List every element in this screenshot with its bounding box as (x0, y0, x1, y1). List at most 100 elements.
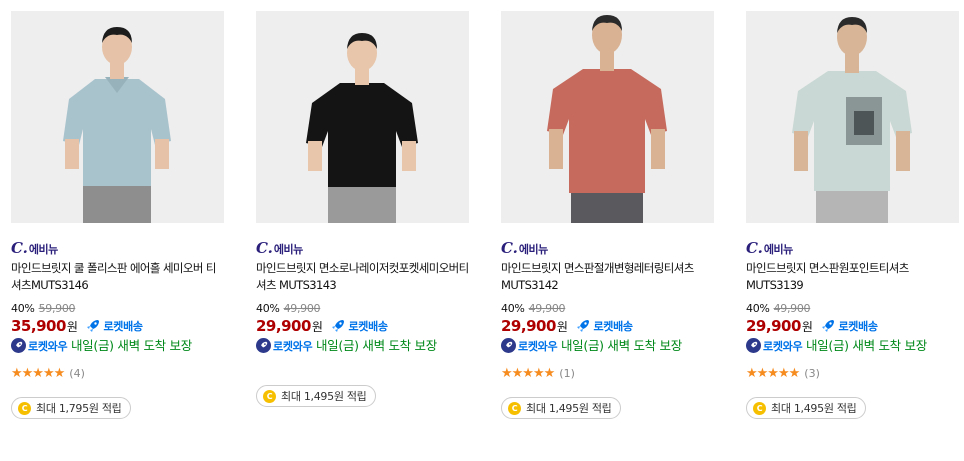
rocket-wow-icon (746, 338, 761, 353)
currency-label: 원 (801, 320, 813, 334)
rocket-label: 로켓배송 (348, 320, 388, 333)
discount-rate: 40% (256, 301, 280, 315)
delivery-info: 로켓와우 내일(금) 새벽 도착 보장 (256, 337, 470, 355)
sale-price: 29,900원 (256, 317, 323, 335)
discount-row: 40% 59,900 (11, 300, 225, 316)
delivery-text: 내일(금) 새벽 도착 보장 (70, 338, 192, 353)
product-image[interactable] (746, 11, 959, 223)
price-row: 29,900원 로켓배송 (501, 316, 715, 336)
brand-logo: C. 에비뉴 (746, 239, 960, 257)
model-photo (256, 11, 469, 223)
rocket-badge: 로켓배송 (330, 318, 388, 334)
rating-row: ★★★★★ (1) (501, 365, 715, 381)
currency-label: 원 (311, 320, 323, 334)
discount-rate: 40% (746, 301, 770, 315)
wow-label: 로켓와우 (273, 340, 313, 353)
product-card[interactable]: C. 에비뉴 마인드브릿지 면스판절개변형레터링티셔츠 MUTS3142 40% … (501, 11, 715, 381)
rocket-wow-icon (501, 338, 516, 353)
review-count: (4) (69, 366, 85, 380)
rocket-badge: 로켓배송 (820, 318, 878, 334)
price-row: 29,900원 로켓배송 (256, 316, 470, 336)
coin-icon: C (18, 401, 31, 415)
model-photo (501, 11, 714, 223)
rocket-icon (822, 320, 835, 332)
product-card[interactable]: C. 에비뉴 마인드브릿지 쿨 폴리스판 에어홀 세미오버 티셔츠MUTS3146… (11, 11, 225, 381)
rocket-icon (577, 320, 590, 332)
rocket-icon (332, 320, 345, 332)
product-title[interactable]: 마인드브릿지 면스판절개변형레터링티셔츠 MUTS3142 (501, 260, 715, 294)
points-text: 최대 1,495원 적립 (771, 402, 857, 415)
brand-mark: C. (501, 239, 518, 257)
product-image[interactable] (501, 11, 714, 223)
rocket-label: 로켓배송 (838, 320, 878, 333)
wow-label: 로켓와우 (28, 340, 68, 353)
pants-shape (816, 187, 888, 223)
product-title[interactable]: 마인드브릿지 면스판원포인트티셔츠 MUTS3139 (746, 260, 960, 294)
sale-price: 29,900원 (746, 317, 813, 335)
rocket-badge: 로켓배송 (575, 318, 633, 334)
review-count: (3) (804, 366, 820, 380)
currency-label: 원 (66, 320, 78, 334)
price-row: 35,900원 로켓배송 (11, 316, 225, 336)
coin-icon: C (753, 401, 766, 415)
delivery-info: 로켓와우 내일(금) 새벽 도착 보장 (746, 337, 960, 355)
product-image[interactable] (256, 11, 469, 223)
rocket-badge: 로켓배송 (85, 318, 143, 334)
sale-price-value: 29,900 (746, 317, 801, 335)
product-card[interactable]: C. 에비뉴 마인드브릿지 면스판원포인트티셔츠 MUTS3139 40% 49,… (746, 11, 960, 381)
delivery-info: 로켓와우 내일(금) 새벽 도착 보장 (501, 337, 715, 355)
original-price: 49,900 (283, 301, 321, 315)
points-badge[interactable]: C 최대 1,495원 적립 (501, 397, 622, 419)
rocket-label: 로켓배송 (103, 320, 143, 333)
brand-name: 에비뉴 (518, 243, 548, 256)
wow-label: 로켓와우 (518, 340, 558, 353)
star-icon: ★★★★★ (746, 365, 800, 381)
product-grid: C. 에비뉴 마인드브릿지 쿨 폴리스판 에어홀 세미오버 티셔츠MUTS3146… (0, 0, 964, 461)
delivery-info: 로켓와우 내일(금) 새벽 도착 보장 (11, 337, 225, 355)
rocket-wow-icon (11, 338, 26, 353)
model-photo (746, 11, 959, 223)
delivery-text: 내일(금) 새벽 도착 보장 (805, 338, 927, 353)
points-badge[interactable]: C 최대 1,795원 적립 (11, 397, 132, 419)
product-title[interactable]: 마인드브릿지 면소로나레이저컷포켓세미오버티셔츠 MUTS3143 (256, 260, 470, 294)
sale-price-value: 29,900 (501, 317, 556, 335)
model-photo (11, 11, 224, 223)
star-icon: ★★★★★ (501, 365, 555, 381)
brand-name: 에비뉴 (273, 243, 303, 256)
brand-mark: C. (256, 239, 273, 257)
review-count: (1) (559, 366, 575, 380)
rating-row: ★★★★★ (4) (11, 365, 225, 381)
rocket-icon (87, 320, 100, 332)
sale-price-value: 29,900 (256, 317, 311, 335)
points-text: 최대 1,495원 적립 (526, 402, 612, 415)
price-row: 29,900원 로켓배송 (746, 316, 960, 336)
coin-icon: C (263, 389, 276, 403)
discount-row: 40% 49,900 (746, 300, 960, 316)
rocket-wow-icon (256, 338, 271, 353)
original-price: 59,900 (38, 301, 76, 315)
sale-price: 29,900원 (501, 317, 568, 335)
discount-row: 40% 49,900 (501, 300, 715, 316)
brand-mark: C. (11, 239, 28, 257)
rating-row: ★★★★★ (3) (746, 365, 960, 381)
original-price: 49,900 (773, 301, 811, 315)
brand-name: 에비뉴 (763, 243, 793, 256)
pants-shape (328, 183, 396, 223)
points-text: 최대 1,795원 적립 (36, 402, 122, 415)
discount-rate: 40% (501, 301, 525, 315)
product-image[interactable] (11, 11, 224, 223)
pants-shape (83, 181, 151, 223)
wow-label: 로켓와우 (763, 340, 803, 353)
points-text: 최대 1,495원 적립 (281, 390, 367, 403)
product-card[interactable]: C. 에비뉴 마인드브릿지 면소로나레이저컷포켓세미오버티셔츠 MUTS3143 … (256, 11, 470, 355)
delivery-text: 내일(금) 새벽 도착 보장 (560, 338, 682, 353)
points-badge[interactable]: C 최대 1,495원 적립 (746, 397, 867, 419)
rocket-label: 로켓배송 (593, 320, 633, 333)
star-icon: ★★★★★ (11, 365, 65, 381)
points-badge[interactable]: C 최대 1,495원 적립 (256, 385, 377, 407)
brand-mark: C. (746, 239, 763, 257)
discount-rate: 40% (11, 301, 35, 315)
product-title[interactable]: 마인드브릿지 쿨 폴리스판 에어홀 세미오버 티셔츠MUTS3146 (11, 260, 225, 294)
brand-logo: C. 에비뉴 (501, 239, 715, 257)
pants-shape (571, 189, 643, 223)
